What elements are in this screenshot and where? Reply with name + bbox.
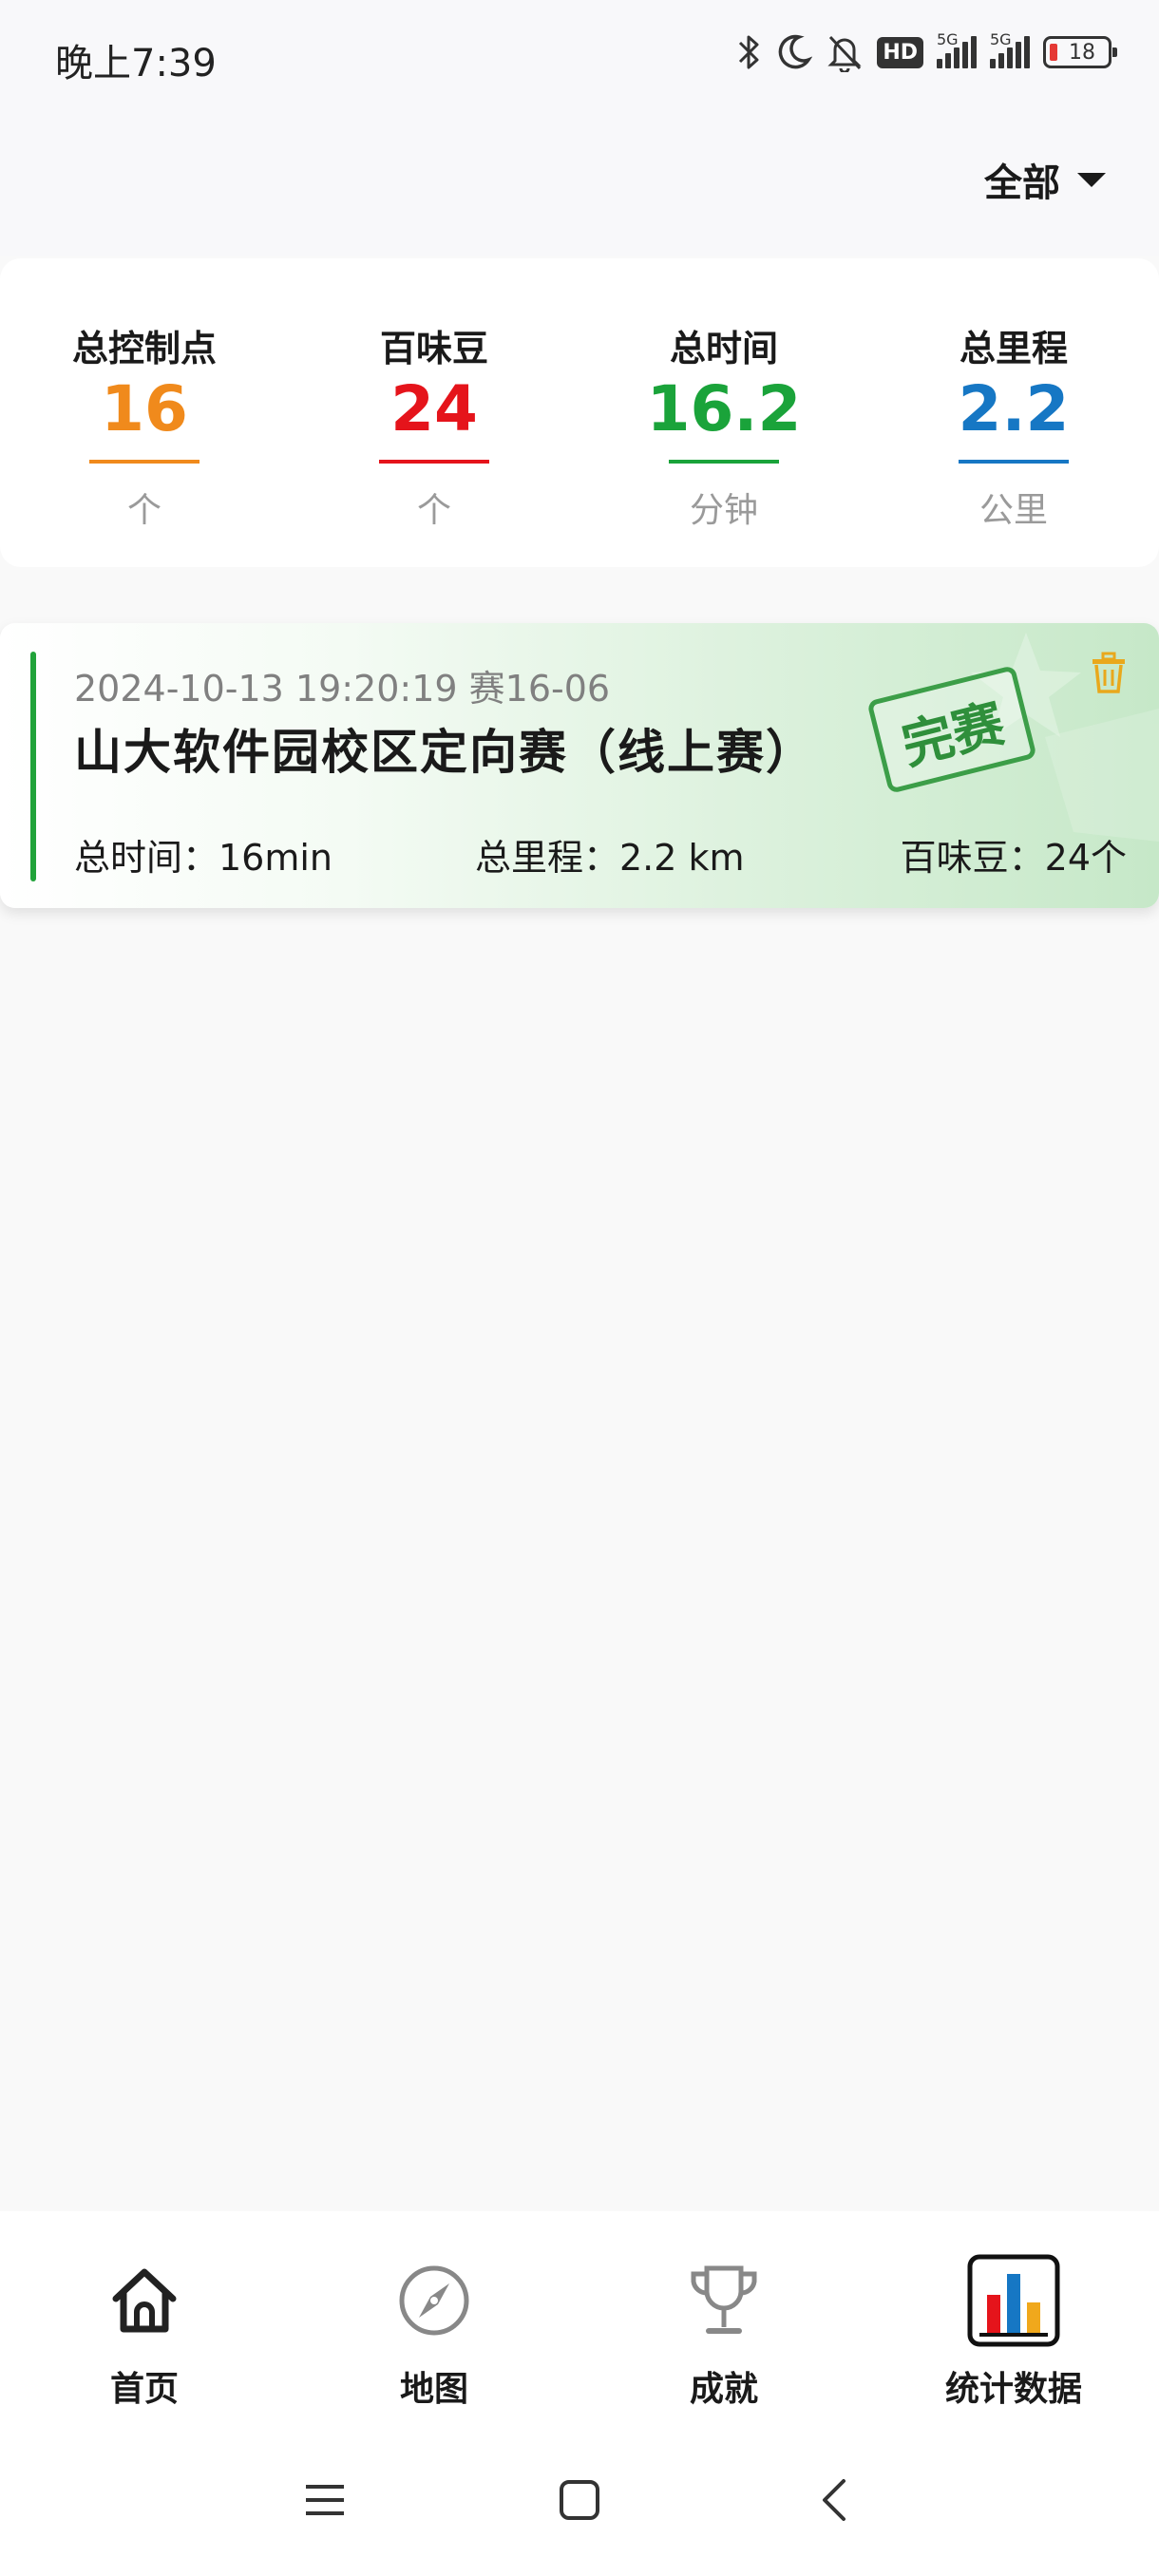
nav-achievements[interactable]: 成就 [619, 2253, 828, 2411]
stat-value: 16 [101, 372, 188, 445]
record-beans: 百味豆：24个 [900, 837, 1127, 879]
nav-statistics[interactable]: 统计数据 [909, 2253, 1118, 2411]
stat-label: 百味豆 [379, 328, 488, 369]
nav-home[interactable]: 首页 [40, 2253, 249, 2411]
trophy-icon [691, 2265, 757, 2334]
stat-value: 24 [390, 372, 478, 445]
nav-label: 成就 [689, 2370, 758, 2409]
filter-dropdown[interactable]: 全部 [984, 152, 1106, 207]
hd-badge: HD [877, 36, 923, 68]
nav-label: 统计数据 [944, 2370, 1082, 2409]
mute-bell-icon [827, 35, 862, 72]
menu-icon[interactable] [302, 2477, 348, 2523]
moon-icon [778, 34, 813, 69]
status-icons: HD 5G 5G 18 [734, 30, 1117, 72]
filter-label: 全部 [984, 161, 1060, 205]
signal-icon: 5G [990, 30, 1030, 68]
stat-unit: 分钟 [689, 491, 758, 530]
back-icon[interactable] [813, 2477, 859, 2523]
stat-label: 总里程 [959, 328, 1068, 369]
stats-icon [967, 2254, 1060, 2347]
nav-map[interactable]: 地图 [330, 2253, 539, 2411]
record-title: 山大软件园校区定向赛（线上赛） [74, 725, 815, 780]
stat-value: 16.2 [646, 372, 802, 445]
status-time: 晚上7:39 [55, 42, 217, 85]
stat-underline [379, 460, 489, 464]
bluetooth-icon [739, 35, 759, 69]
stat-unit: 个 [126, 491, 162, 530]
record-card[interactable]: 2024-10-13 19:20:19 赛16-06 山大软件园校区定向赛（线上… [0, 623, 1159, 908]
record-meta: 2024-10-13 19:20:19 赛16-06 [74, 668, 611, 710]
battery-level: 18 [1069, 40, 1095, 65]
chevron-down-icon [1077, 172, 1106, 187]
stat-underline [669, 460, 779, 464]
home-icon [112, 2268, 177, 2333]
stat-unit: 个 [416, 491, 451, 530]
nav-label: 地图 [399, 2370, 468, 2409]
stat-underline [89, 460, 200, 464]
nav-label: 首页 [109, 2370, 179, 2409]
battery-icon: 18 [1043, 36, 1117, 68]
stat-underline [959, 460, 1069, 464]
stat-value: 2.2 [958, 372, 1070, 445]
trash-icon[interactable] [1089, 652, 1129, 695]
record-total-distance: 总里程：2.2 km [475, 837, 745, 879]
record-accent-bar [30, 652, 36, 881]
summary-card: 总控制点 16 个 百味豆 24 个 总时间 16.2 分钟 总里程 2.2 公… [0, 258, 1159, 567]
stat-label: 总时间 [669, 328, 778, 369]
stat-label: 总控制点 [71, 328, 217, 369]
home-square-icon[interactable] [557, 2477, 602, 2523]
stat-unit: 公里 [978, 491, 1048, 530]
signal-icon: 5G [937, 30, 977, 68]
compass-icon [399, 2265, 469, 2336]
record-total-time: 总时间：16min [74, 837, 333, 879]
status-bar: 晚上7:39 HD 5G 5G 18 [0, 0, 1159, 114]
